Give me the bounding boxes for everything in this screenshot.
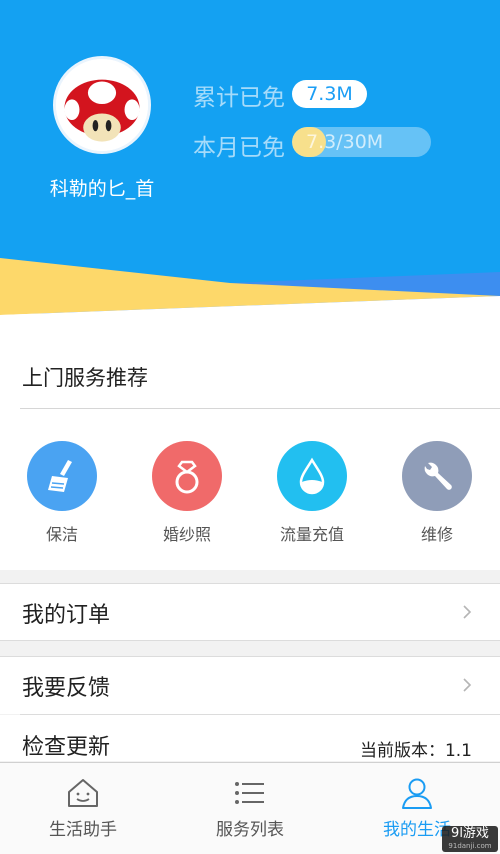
month-saved-progress: 7.3/30M xyxy=(292,127,431,157)
my-orders-label: 我的订单 xyxy=(22,603,111,628)
service-repair[interactable]: 维修 xyxy=(387,441,487,545)
tab-label: 服务列表 xyxy=(216,820,284,840)
watermark-subtext: 91danji.com xyxy=(448,842,492,850)
feedback-label: 我要反馈 xyxy=(22,676,111,701)
profile-header: 科勒的匕_首 累计已免 7.3M 本月已免 7.3/30M xyxy=(0,0,500,345)
month-saved-label: 本月已免 xyxy=(193,135,285,161)
header-background xyxy=(0,0,500,345)
service-label: 维修 xyxy=(420,525,453,544)
person-icon xyxy=(402,778,432,809)
list-icon xyxy=(235,782,264,804)
ring-icon xyxy=(152,441,222,511)
chevron-right-icon xyxy=(463,678,472,692)
total-saved-value: 7.3M xyxy=(292,80,367,108)
home-smile-icon xyxy=(68,779,98,807)
service-label: 婚纱照 xyxy=(162,525,211,544)
version-text: 当前版本：1.1 xyxy=(359,741,472,761)
chevron-right-icon xyxy=(463,605,472,619)
tab-service-list[interactable]: 服务列表 xyxy=(167,763,333,854)
my-orders-row[interactable]: 我的订单 xyxy=(0,583,500,641)
services-section: 上门服务推荐 保洁 婚纱照 流量充值 维修 xyxy=(0,345,500,570)
avatar[interactable] xyxy=(53,56,151,154)
divider xyxy=(20,408,500,409)
username: 科勒的匕_首 xyxy=(49,178,155,200)
bottom-tab-bar: 生活助手 服务列表 我的生活 9l游戏 91danji.com xyxy=(0,762,500,854)
feedback-row[interactable]: 我要反馈 xyxy=(0,656,500,714)
month-saved-value: 7.3/30M xyxy=(306,131,384,153)
total-saved-label: 累计已免 xyxy=(193,85,285,111)
watermark-text: 9l游戏 xyxy=(451,826,489,841)
service-wedding-photo[interactable]: 婚纱照 xyxy=(137,441,237,545)
service-label: 保洁 xyxy=(45,525,78,544)
wrench-icon xyxy=(402,441,472,511)
tab-life-assistant[interactable]: 生活助手 xyxy=(0,763,166,854)
watermark-logo: 9l游戏 91danji.com xyxy=(442,826,498,852)
tab-label: 生活助手 xyxy=(49,820,117,840)
broom-icon xyxy=(27,441,97,511)
service-label: 流量充值 xyxy=(279,525,344,544)
mushroom-avatar-icon xyxy=(56,59,148,151)
service-cleaning[interactable]: 保洁 xyxy=(12,441,112,545)
water-drop-icon xyxy=(277,441,347,511)
services-title: 上门服务推荐 xyxy=(22,366,148,390)
service-data-topup[interactable]: 流量充值 xyxy=(262,441,362,545)
check-update-row[interactable]: 检查更新 当前版本：1.1 xyxy=(0,715,500,761)
check-update-label: 检查更新 xyxy=(22,735,111,760)
